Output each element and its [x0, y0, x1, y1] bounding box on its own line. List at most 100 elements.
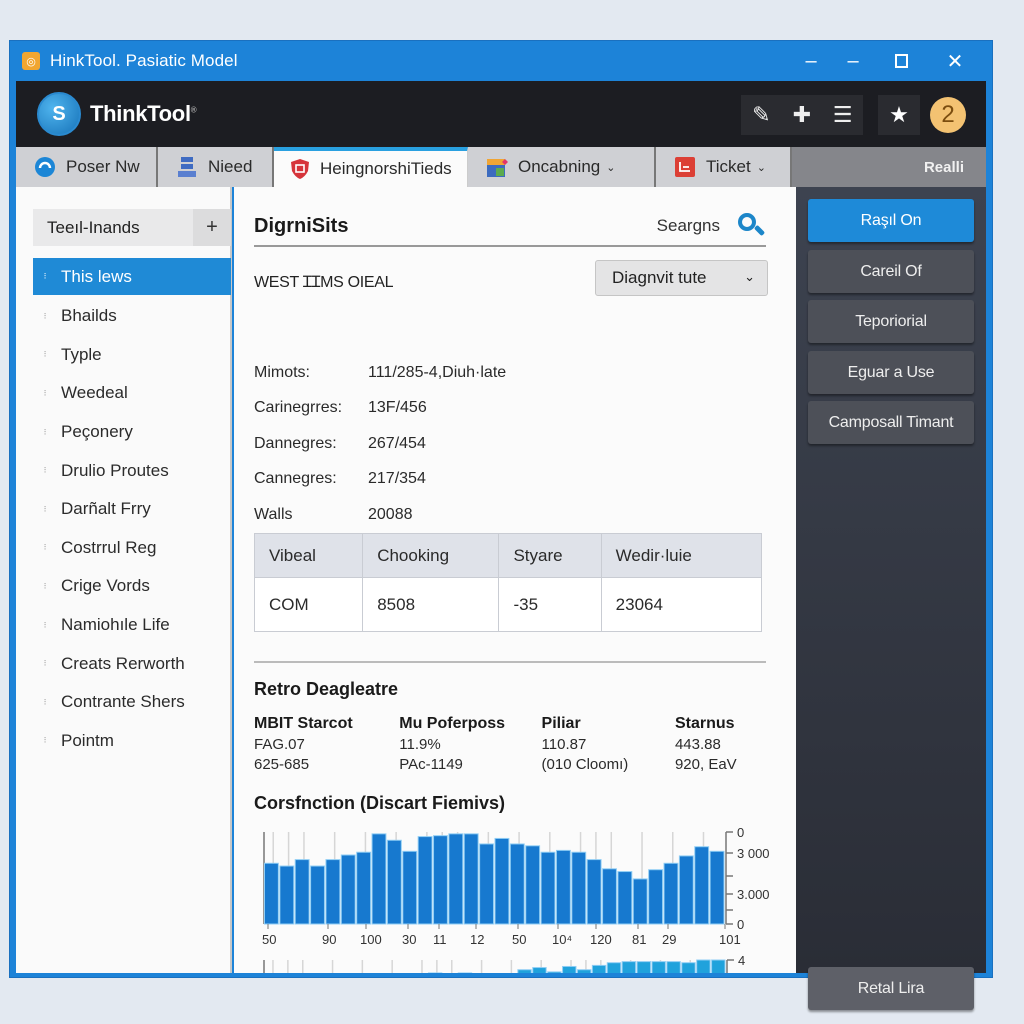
sidebar-item[interactable]: ⁝ Typle — [33, 336, 231, 375]
chart-1-bar — [325, 859, 341, 925]
list-bullet-icon: ⁝ — [43, 426, 47, 437]
sidebar-item[interactable]: ⁝ Darñalt Frry — [33, 490, 231, 529]
chart-1-bar — [632, 878, 648, 925]
sidebar-title: Teeıl-Inands — [47, 217, 140, 237]
bar-charts: 0 3 000 3.000 0 50 90 100 30 11 12 50 10⁴ 120 81 29 101… — [262, 825, 770, 973]
list-bullet-icon: ⁝ — [43, 619, 47, 630]
minimize-button[interactable]: – — [790, 41, 832, 81]
tab-label: Oncabning — [518, 157, 601, 176]
chart-1-bar — [525, 845, 541, 925]
list-bullet-icon: ⁝ — [43, 735, 47, 746]
minimize-button-2[interactable]: – — [832, 41, 874, 81]
y-tick-label: 4 — [738, 953, 745, 968]
menu-button[interactable]: ☰ — [826, 98, 860, 132]
tab-nieed[interactable]: Nieed — [158, 147, 274, 187]
sidebar-item-label: Weedeal — [61, 383, 128, 403]
minimize-icon: – — [847, 49, 859, 72]
x-tick-label: 50 — [262, 932, 276, 947]
sidebar-item-label: Costrrul Reg — [61, 537, 157, 557]
sidebar-item[interactable]: ⁝ Drulio Proutes — [33, 451, 231, 490]
main-panel: DigrniSits Seargns WEST ꞮꞮMS OIEAL Diagn… — [234, 187, 796, 973]
chart-1-bar — [694, 846, 710, 925]
refresh-circle-icon — [34, 156, 56, 178]
notification-badge[interactable]: 2 — [930, 97, 966, 133]
chart-2-bar — [591, 964, 607, 973]
server-icon — [176, 156, 198, 178]
chart-1-bar — [509, 843, 525, 925]
sidebar-item[interactable]: ⁝ Peçonery — [33, 413, 231, 452]
chart-1-bar — [417, 836, 433, 925]
chart-1-bar — [709, 850, 725, 925]
sidebar-item[interactable]: ⁝ Pointm — [33, 722, 231, 761]
app-window: ◎ HinkTool. Pasiatic Model – – ✕ S Think… — [9, 40, 993, 1010]
tab-poser-nw[interactable]: Poser Nw — [16, 147, 158, 187]
list-bullet-icon: ⁝ — [43, 349, 47, 360]
sidebar-item-label: Bhailds — [61, 306, 117, 326]
tab-ticket[interactable]: Ticket ⌄ — [656, 147, 792, 187]
x-tick-label: 50 — [512, 932, 526, 947]
chart-1-bar — [540, 851, 556, 925]
chart-2-bar — [621, 961, 637, 973]
sidebar-item-label: This lews — [61, 266, 132, 286]
chart-2-bar — [576, 969, 592, 973]
favorite-button[interactable]: ★ — [878, 95, 920, 135]
y-tick-label: 3.000 — [737, 887, 770, 902]
sidebar-item[interactable]: ⁝ Creats Rerworth — [33, 644, 231, 683]
chart-1-bar — [663, 862, 679, 925]
sidebar-item[interactable]: ⁝ Crige Vords — [33, 567, 231, 606]
logo-icon: S — [37, 92, 81, 136]
action-button[interactable]: Careil Of — [808, 250, 974, 293]
close-button[interactable]: ✕ — [928, 41, 982, 81]
x-tick-label: 30 — [402, 932, 416, 947]
x-tick-label: 10⁴ — [552, 932, 572, 947]
sidebar-item[interactable]: ⁝ Costrrul Reg — [33, 529, 231, 568]
sidebar-item[interactable]: ⁝ Namiohıle Life — [33, 606, 231, 645]
list-bullet-icon: ⁝ — [43, 696, 47, 707]
chevron-down-icon: ⌄ — [756, 161, 766, 174]
tab-label: HeingnorshiTieds — [320, 159, 452, 178]
list-bullet-icon: ⁝ — [43, 310, 47, 321]
list-bullet-icon: ⁝ — [43, 542, 47, 553]
sidebar-item[interactable]: ⁝ Contrante Shers — [33, 683, 231, 722]
brush-icon: ✎ — [752, 102, 771, 127]
app-icon: ◎ — [22, 52, 40, 70]
calendar-icon — [486, 156, 508, 178]
chart-1-bar — [494, 837, 510, 925]
chart-2-bar — [562, 965, 577, 973]
sidebar-item-label: Darñalt Frry — [61, 499, 151, 519]
star-icon: ★ — [889, 102, 909, 127]
maximize-button[interactable] — [874, 41, 928, 81]
sidebar-item[interactable]: ⁝ Bhailds — [33, 297, 231, 336]
action-button[interactable]: Teporiorial — [808, 300, 974, 343]
add-button[interactable]: ✚ — [785, 98, 819, 132]
x-tick-label: 101 — [719, 932, 741, 947]
maximize-icon — [894, 54, 908, 68]
retal-lira-button[interactable]: Retal Lira — [808, 967, 974, 1010]
sidebar-list: ⁝ This lews ⁝ Bhailds ⁝ Typle ⁝ Weedeal ⁝ Peçoner… — [33, 258, 231, 760]
chart-1-bar — [340, 854, 356, 925]
chart-1-bar — [279, 865, 295, 925]
sidebar-item[interactable]: ⁝ Weedeal — [33, 374, 231, 413]
tab-label: Ticket — [706, 157, 751, 176]
ticket-icon — [674, 156, 696, 178]
chart-2-bar — [517, 969, 532, 973]
x-tick-label: 120 — [590, 932, 612, 947]
sidebar-item-label: Peçonery — [61, 422, 133, 442]
chart-1-bar — [602, 868, 617, 925]
brush-button[interactable]: ✎ — [744, 98, 778, 132]
action-button[interactable]: Eguar a Use — [808, 351, 974, 394]
tab-oncabning[interactable]: Oncabning ⌄ — [468, 147, 656, 187]
chart-1-bar — [479, 843, 494, 925]
sidebar-item-label: Contrante Shers — [61, 692, 185, 712]
y-tick-label: 0 — [737, 917, 744, 932]
tab-bar-right-label: Realli — [792, 147, 986, 187]
tab-bar: Poser Nw Nieed HeingnorshiTieds Oncabnin… — [16, 147, 986, 187]
title-bar[interactable]: ◎ HinkTool. Pasiatic Model – – ✕ — [10, 41, 992, 81]
sidebar-item[interactable]: ⁝ This lews — [33, 258, 231, 295]
list-bullet-icon: ⁝ — [43, 387, 47, 398]
action-button[interactable]: Raşıl On — [808, 199, 974, 242]
action-button[interactable]: Camposall Timant — [808, 401, 974, 444]
right-action-panel: Retal Lira Raşıl On Careil Of Teporiorial E… — [796, 187, 986, 1010]
tab-heingnorshitieds[interactable]: HeingnorshiTieds — [274, 147, 468, 187]
add-item-button[interactable]: + — [193, 209, 231, 246]
